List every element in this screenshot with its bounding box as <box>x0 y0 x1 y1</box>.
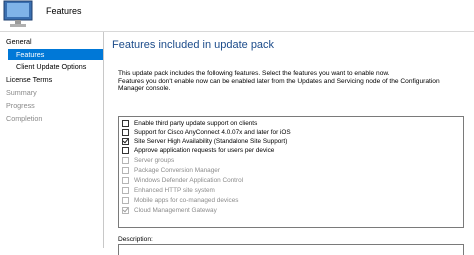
intro-line-2: Features you don't enable now can be ena… <box>118 77 440 85</box>
feature-item[interactable]: Site Server High Availability (Standalon… <box>122 137 287 146</box>
intro-line-3: Manager console. <box>118 85 171 93</box>
main-panel: Features included in update pack This up… <box>104 32 474 255</box>
intro-text: This update pack includes the following … <box>118 70 448 93</box>
wizard-title: Features <box>46 6 82 16</box>
feature-label: Approve application requests for users p… <box>134 147 275 154</box>
description-label: Description: <box>118 236 153 243</box>
nav-item-summary: Summary <box>6 88 37 97</box>
checkbox <box>122 207 129 214</box>
feature-item: Server groups <box>122 156 174 165</box>
feature-item: Mobile apps for co-managed devices <box>122 196 238 205</box>
nav-item-client-update-options[interactable]: Client Update Options <box>16 62 86 71</box>
intro-line-1: This update pack includes the following … <box>118 70 390 77</box>
computer-monitor-icon <box>3 0 33 27</box>
page-title: Features included in update pack <box>112 39 275 51</box>
feature-label: Site Server High Availability (Standalon… <box>134 138 288 145</box>
nav-item-general[interactable]: General <box>6 37 32 46</box>
feature-label: Enhanced HTTP site system <box>134 187 215 194</box>
feature-item: Windows Defender Application Control <box>122 176 243 185</box>
wizard-header: Features <box>0 0 474 32</box>
feature-item[interactable]: Approve application requests for users p… <box>122 146 274 155</box>
feature-item[interactable]: Support for Cisco AnyConnect 4.0.07x and… <box>122 128 291 137</box>
checkbox[interactable] <box>122 147 129 154</box>
feature-label: Mobile apps for co-managed devices <box>134 197 239 204</box>
features-list[interactable]: Enable third party update support on cli… <box>118 116 464 228</box>
description-box <box>118 244 464 255</box>
checkbox[interactable] <box>122 129 129 136</box>
feature-item: Enhanced HTTP site system <box>122 186 215 195</box>
feature-label: Package Conversion Manager <box>134 167 220 174</box>
checkbox[interactable] <box>122 120 129 127</box>
feature-item: Cloud Management Gateway <box>122 206 217 215</box>
checkbox <box>122 177 129 184</box>
feature-item[interactable]: Enable third party update support on cli… <box>122 119 257 128</box>
feature-label: Windows Defender Application Control <box>134 177 244 184</box>
checkbox <box>122 187 129 194</box>
checkbox[interactable] <box>122 138 129 145</box>
feature-label: Support for Cisco AnyConnect 4.0.07x and… <box>134 129 291 136</box>
checkbox <box>122 157 129 164</box>
nav-item-completion: Completion <box>6 114 43 123</box>
checkbox <box>122 167 129 174</box>
nav-item-features[interactable]: Features <box>8 49 103 60</box>
feature-item: Package Conversion Manager <box>122 166 220 175</box>
checkbox <box>122 197 129 204</box>
nav-item-progress: Progress <box>6 101 35 110</box>
feature-label: Enable third party update support on cli… <box>134 120 258 127</box>
wizard-navigation: General Features Client Update Options L… <box>0 32 103 248</box>
feature-label: Server groups <box>134 157 175 164</box>
nav-item-license-terms[interactable]: License Terms <box>6 75 52 84</box>
feature-label: Cloud Management Gateway <box>134 207 217 214</box>
